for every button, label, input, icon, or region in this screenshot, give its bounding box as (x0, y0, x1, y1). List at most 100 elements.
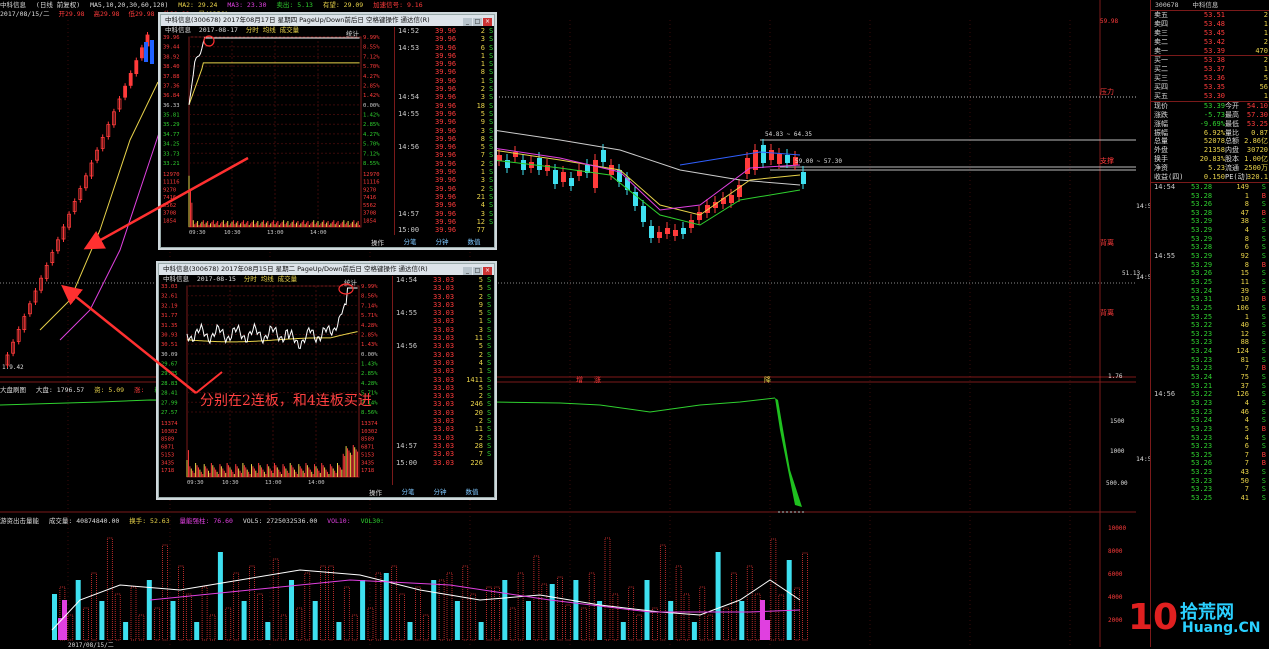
popup-vol-tick-r: 1718 (361, 468, 374, 474)
ma2-value: MA2: 29.24 (178, 1, 218, 9)
candle (537, 158, 542, 170)
volume-bar (265, 622, 271, 640)
volume-bar (715, 552, 721, 640)
popup1-foot-fenzhong[interactable]: 分钟 (426, 237, 458, 247)
vol-panel-header: 游资出击量能 成交量: 40874840.00 换手: 52.63 量能强柱: … (0, 515, 390, 525)
mid-panel-header: 大盘刷图 大盘: 1796.57 资: 5.09 涨: 粗: (0, 384, 171, 394)
volume-bar (723, 607, 729, 641)
popup2-tick-list[interactable]: 14:54 33.03 5 S 33.03 5 S 33.03 2 S 33.03 9 S 14:55 33… (392, 276, 495, 485)
popup-tick-row: 39.96 1 S (435, 76, 494, 85)
vol-panel-vol10: VOL10: (327, 517, 355, 525)
volume-bar (802, 552, 808, 641)
volume-bar (580, 607, 587, 641)
volume-bar (391, 565, 398, 641)
popup-tick-row: 33.03 5 S (433, 284, 492, 293)
tick-row: 14:55 53.29 92 S (1154, 252, 1266, 261)
popup1-tick-list[interactable]: 14:52 39.96 2 S 39.96 3 S 14:53 39.96 6 S 39.96 1 S 39… (394, 27, 495, 235)
intraday-popup-0817[interactable]: 中科信息(300678) 2017年08月17日 星期四 PageUp/Down… (160, 14, 495, 248)
tick-row: 53.23 5 B (1191, 424, 1266, 433)
popup1-tab-fenshi[interactable]: 分时 (246, 26, 259, 34)
popup-tick-row: 33.03 20 S (433, 408, 492, 417)
popup2-maximize-icon[interactable]: □ (473, 267, 482, 275)
popup1-op[interactable]: 操作 (371, 237, 384, 247)
popup-tick-row: 39.96 3 S (435, 176, 494, 185)
popup-price-tick: 29.25 (161, 371, 178, 377)
popup-pct-tick: 8.56% (361, 294, 378, 300)
volume-bar (659, 544, 666, 641)
popup2-tab-vol[interactable]: 成交量 (278, 275, 298, 283)
stat-row: 净资 5.23 流通 2500万 (1154, 164, 1268, 173)
popup1-tab-vol[interactable]: 成交量 (280, 26, 300, 34)
quote-name: 中科信息 (1192, 1, 1219, 9)
popup-pct-tick: 1.42% (363, 113, 380, 119)
popup2-minimize-icon[interactable]: _ (463, 267, 472, 275)
price-callout-2: 59.00 ~ 57.30 (795, 158, 842, 165)
popup1-tab-avg[interactable]: 均线 (263, 26, 276, 34)
popup1-maximize-icon[interactable]: □ (473, 18, 482, 26)
volume-bar (67, 614, 74, 641)
popup-price-tick: 28.41 (161, 391, 178, 397)
popup-price-tick: 34.25 (163, 142, 180, 148)
popup2-foot-shuzhi[interactable]: 数值 (456, 487, 488, 497)
popup-tick-row: 39.96 9 S (435, 118, 494, 127)
popup2-close-icon[interactable]: × (483, 267, 492, 275)
popup1-minimize-icon[interactable]: _ (463, 18, 472, 26)
popup2-tab-avg[interactable]: 均线 (261, 275, 274, 283)
popup-tick-row: 15:00 39.96 77 (398, 226, 485, 235)
vol-panel-title: 游资出击量能 (0, 517, 39, 525)
mid-axis-3: 500.00 (1106, 480, 1128, 487)
popup-pct-tick: 4.28% (361, 323, 378, 329)
popup1-close-icon[interactable]: × (483, 18, 492, 26)
volume-bar (83, 607, 89, 641)
popup2-titlebar[interactable]: 中科信息(300678) 2017年08月15日 星期二 PageUp/Down… (159, 264, 494, 275)
bid-row: 买三 53.36 5 (1154, 74, 1268, 83)
stat-row: 收益(四) 0.150 PE(动) 320.1 (1154, 173, 1268, 182)
popup-pct-tick: 0.00% (363, 103, 380, 109)
popup1-titlebar[interactable]: 中科信息(300678) 2017年08月17日 星期四 PageUp/Down… (161, 15, 494, 26)
candle (761, 145, 766, 163)
quote-panel[interactable]: 300678 中科信息 卖五 53.51 2 卖四 53.48 1 卖三 53.45 1 卖二 53… (1150, 0, 1269, 647)
candle (657, 232, 662, 238)
volume-bar (422, 614, 429, 641)
popup2-foot-fenzhong[interactable]: 分钟 (424, 487, 456, 497)
stat-row: 涨跌 -5.73 最高 57.30 (1154, 110, 1268, 119)
watermark-url: Huang.CN (1182, 620, 1261, 636)
popup-tick-row: 33.03 2 S (433, 417, 492, 426)
popup-price-tick: 33.03 (161, 284, 178, 290)
popup1-foot-shuzhi[interactable]: 数值 (458, 237, 490, 247)
volume-bar (194, 622, 200, 640)
volume-bar (280, 614, 287, 641)
popup1-foot-fenbi[interactable]: 分笔 (394, 237, 426, 247)
candle (681, 228, 686, 234)
popup2-op[interactable]: 操作 (369, 487, 382, 497)
bid-row: 买一 53.38 2 (1154, 56, 1268, 65)
popup2-intraday-chart[interactable]: 33.03 9.99% 32.61 8.56% 32.19 7.14% 31.77 5.71%… (159, 284, 391, 485)
tick-list[interactable]: 14:54 53.28 149 S 53.28 1 B 53.26 8 S 53.28 47 B 53.2… (1151, 181, 1269, 503)
vol-panel-vol: 成交量: 40874840.00 (48, 517, 120, 525)
stat-row: 现价 53.39 今开 54.10 (1154, 101, 1268, 110)
popup-vol-tick: 3708 (163, 211, 176, 217)
popup1-subheader: 中科信息 2017-08-17 分时 均线 成交量 (161, 26, 299, 35)
side-tag-div2: 背离 (1100, 309, 1114, 317)
volume-bar (162, 544, 168, 641)
popup-price-tick: 39.44 (163, 45, 180, 51)
popup-vol-tick: 5562 (163, 203, 176, 209)
volume-bar (407, 622, 413, 640)
popup-tick-row: 14:54 39.96 3 S (398, 93, 494, 102)
vol-axis-1: 10000 (1108, 525, 1127, 532)
popup-vol-tick-r: 5562 (363, 203, 376, 209)
bid-row: 买二 53.37 1 (1154, 65, 1268, 74)
popup2-tab-fenshi[interactable]: 分时 (244, 275, 257, 283)
popup1-intraday-chart[interactable]: 39.96 9.99% 39.44 8.55% 38.92 7.12% 38.40 5.70%… (161, 35, 393, 235)
popup-tick-row: 33.03 2 S (433, 292, 492, 301)
popup-tick-row: 39.96 7 S (435, 151, 494, 160)
intraday-popup-0815[interactable]: 中科信息(300678) 2017年08月15日 星期二 PageUp/Down… (158, 263, 495, 498)
bar-low: 低29.98 (128, 10, 155, 18)
popup-price-tick: 33.73 (163, 151, 180, 157)
popup-pct-tick: 4.27% (363, 132, 380, 138)
volume-bar (99, 601, 105, 640)
volume-bar (146, 580, 152, 640)
popup2-foot-fenbi[interactable]: 分笔 (392, 487, 424, 497)
popup-time-tick: 14:00 (308, 480, 325, 485)
tick-row: 53.31 10 B (1191, 295, 1266, 304)
